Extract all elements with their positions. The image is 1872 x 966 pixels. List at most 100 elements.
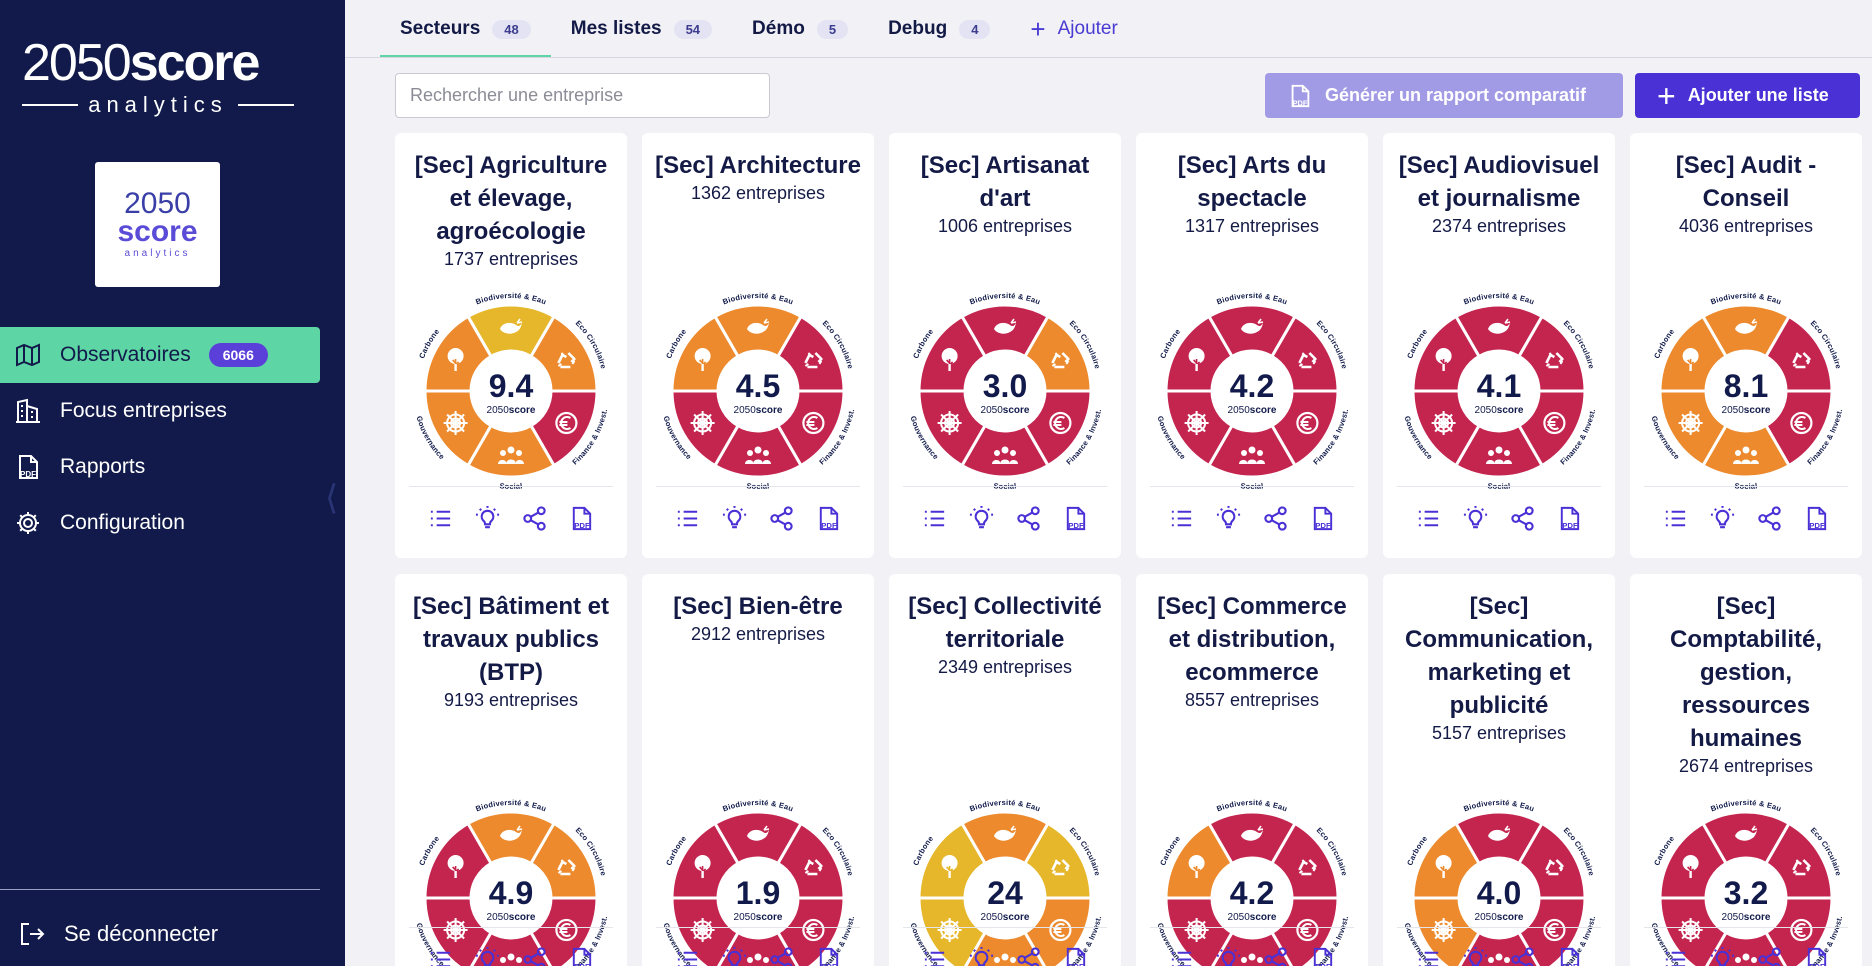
sector-card-2[interactable]: [Sec] Architecture 1362 entreprises 4.5 2…: [642, 133, 874, 558]
sector-card-5[interactable]: [Sec] Audiovisuel et journalisme 2374 en…: [1383, 133, 1615, 558]
lightbulb-icon[interactable]: [474, 946, 501, 966]
pdf-icon[interactable]: PDF: [1556, 946, 1583, 966]
card-actions: PDF: [1630, 505, 1862, 532]
pdf-icon[interactable]: PDF: [1309, 505, 1336, 532]
list-icon[interactable]: [1168, 505, 1195, 532]
pdf-icon[interactable]: PDF: [815, 505, 842, 532]
sector-card-3[interactable]: [Sec] Artisanat d'art 1006 entreprises 3…: [889, 133, 1121, 558]
share-icon[interactable]: [1756, 505, 1783, 532]
pdf-icon[interactable]: PDF: [1062, 505, 1089, 532]
score-wheel: 3.22050scoreBiodiversité & EauEco Circul…: [1650, 798, 1844, 966]
sector-card-company-count: 9193 entreprises: [443, 690, 579, 710]
svg-text:PDF: PDF: [574, 521, 590, 530]
list-icon[interactable]: [921, 505, 948, 532]
list-icon[interactable]: [1168, 946, 1195, 966]
card-divider: [1644, 486, 1848, 487]
observatoires-count-badge: 6066: [208, 343, 268, 367]
add-tab-button[interactable]: + Ajouter: [1010, 0, 1137, 58]
list-icon[interactable]: [921, 946, 948, 966]
sidebar-item-rapports[interactable]: PDF Rapports: [0, 439, 320, 495]
lightbulb-icon[interactable]: [1215, 505, 1242, 532]
share-icon[interactable]: [768, 505, 795, 532]
score-wheel: 242050scoreBiodiversité & EauEco Circula…: [909, 798, 1103, 966]
list-icon[interactable]: [427, 505, 454, 532]
tab-mes-listes[interactable]: Mes listes 54: [551, 0, 732, 58]
score-brand: 2050score: [1228, 912, 1277, 923]
lightbulb-icon[interactable]: [1462, 505, 1489, 532]
tab-secteurs[interactable]: Secteurs 48: [380, 0, 551, 58]
lightbulb-icon[interactable]: [721, 505, 748, 532]
sector-card-8[interactable]: [Sec] Bien-être 2912 entreprises 1.9 2050…: [642, 574, 874, 966]
card-divider: [1150, 486, 1354, 487]
score-value: 8.1: [1724, 368, 1768, 404]
list-icon[interactable]: [1662, 946, 1689, 966]
generate-comparative-report-button[interactable]: PDF Générer un rapport comparatif: [1265, 73, 1623, 118]
logout-button[interactable]: Se déconnecter: [18, 920, 218, 948]
brand-logo[interactable]: 2050score analytics: [22, 36, 294, 118]
sector-card-10[interactable]: [Sec] Commerce et distribution, ecommerc…: [1136, 574, 1368, 966]
list-icon[interactable]: [674, 946, 701, 966]
lightbulb-icon[interactable]: [968, 505, 995, 532]
share-icon[interactable]: [521, 946, 548, 966]
organization-logo: 2050 score analytics: [95, 162, 220, 287]
share-icon[interactable]: [1262, 505, 1289, 532]
sector-card-9[interactable]: [Sec] Collectivité territoriale 2349 ent…: [889, 574, 1121, 966]
sector-card-company-count: 8557 entreprises: [1184, 690, 1320, 710]
score-brand: 2050score: [1228, 405, 1277, 416]
pdf-icon[interactable]: PDF: [1309, 946, 1336, 966]
pdf-icon[interactable]: PDF: [815, 946, 842, 966]
score-wheel-segment-icon: [1678, 411, 1703, 435]
pdf-icon[interactable]: PDF: [568, 946, 595, 966]
add-list-button[interactable]: + Ajouter une liste: [1635, 73, 1860, 118]
lightbulb-icon[interactable]: [1709, 505, 1736, 532]
pdf-icon[interactable]: PDF: [568, 505, 595, 532]
sidebar-item-focus-entreprises[interactable]: Focus entreprises: [0, 383, 320, 439]
score-value: 3.0: [983, 368, 1027, 404]
sector-card-1[interactable]: [Sec] Agriculture et élevage, agroécolog…: [395, 133, 627, 558]
score-brand: 2050score: [734, 405, 783, 416]
share-icon[interactable]: [1015, 946, 1042, 966]
share-icon[interactable]: [1509, 505, 1536, 532]
list-icon[interactable]: [1662, 505, 1689, 532]
share-icon[interactable]: [1509, 946, 1536, 966]
search-input[interactable]: [395, 73, 770, 118]
list-icon[interactable]: [1415, 946, 1442, 966]
list-icon[interactable]: [1415, 505, 1442, 532]
sidebar-item-configuration[interactable]: Configuration: [0, 495, 320, 551]
pdf-icon[interactable]: PDF: [1062, 946, 1089, 966]
score-value: 1.9: [736, 875, 780, 911]
score-wheel-segment-icon: [937, 411, 962, 435]
lightbulb-icon[interactable]: [1709, 946, 1736, 966]
list-icon[interactable]: [674, 505, 701, 532]
lightbulb-icon[interactable]: [1215, 946, 1242, 966]
pdf-icon[interactable]: PDF: [1556, 505, 1583, 532]
tab-debug[interactable]: Debug 4: [868, 0, 1010, 58]
lightbulb-icon[interactable]: [1462, 946, 1489, 966]
sector-card-7[interactable]: [Sec] Bâtiment et travaux publics (BTP) …: [395, 574, 627, 966]
sidebar-item-observatoires[interactable]: Observatoires 6066: [0, 327, 320, 383]
sidebar-collapse-handle[interactable]: ⟨: [325, 478, 338, 518]
card-actions: PDF: [1383, 946, 1615, 966]
score-wheel-segment-icon: [1431, 411, 1456, 435]
lightbulb-icon[interactable]: [721, 946, 748, 966]
score-wheel-segment-icon: [1678, 918, 1703, 942]
sector-card-12[interactable]: [Sec] Comptabilité, gestion, ressources …: [1630, 574, 1862, 966]
share-icon[interactable]: [1262, 946, 1289, 966]
score-wheel-segment-icon: [443, 918, 468, 942]
share-icon[interactable]: [521, 505, 548, 532]
sector-card-6[interactable]: [Sec] Audit - Conseil 4036 entreprises 8…: [1630, 133, 1862, 558]
score-brand: 2050score: [734, 912, 783, 923]
sector-card-11[interactable]: [Sec] Communication, marketing et public…: [1383, 574, 1615, 966]
share-icon[interactable]: [768, 946, 795, 966]
lightbulb-icon[interactable]: [474, 505, 501, 532]
tab-demo[interactable]: Démo 5: [732, 0, 868, 58]
pdf-icon[interactable]: PDF: [1803, 946, 1830, 966]
score-value: 4.1: [1477, 368, 1521, 404]
share-icon[interactable]: [1756, 946, 1783, 966]
pdf-icon[interactable]: PDF: [1803, 505, 1830, 532]
lightbulb-icon[interactable]: [968, 946, 995, 966]
list-icon[interactable]: [427, 946, 454, 966]
sector-card-4[interactable]: [Sec] Arts du spectacle 1317 entreprises…: [1136, 133, 1368, 558]
share-icon[interactable]: [1015, 505, 1042, 532]
tab-bar: Secteurs 48 Mes listes 54 Démo 5 Debug 4 + Aj…: [380, 0, 1138, 58]
